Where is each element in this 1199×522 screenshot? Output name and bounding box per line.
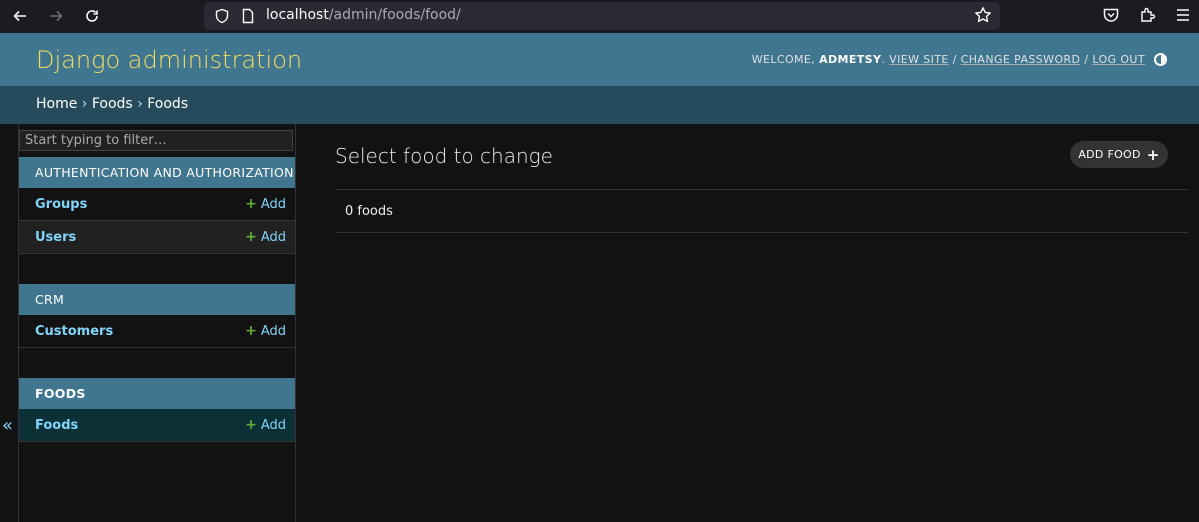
back-arrow-icon[interactable] — [7, 4, 33, 28]
add-groups-link[interactable]: + Add — [245, 196, 286, 212]
forward-arrow-icon[interactable] — [43, 4, 69, 28]
add-food-label: ADD FOOD — [1078, 148, 1141, 161]
model-link-foods[interactable]: Foods — [35, 418, 78, 433]
reload-icon[interactable] — [79, 4, 105, 28]
breadcrumb-home[interactable]: Home — [36, 96, 77, 112]
add-customers-link[interactable]: + Add — [245, 323, 286, 339]
breadcrumb-separator: › — [137, 96, 143, 112]
add-food-button[interactable]: ADD FOOD + — [1070, 141, 1168, 168]
plus-icon: + — [245, 417, 257, 433]
menu-icon[interactable] — [1175, 6, 1195, 26]
model-link-customers[interactable]: Customers — [35, 324, 113, 339]
site-branding[interactable]: Django administration — [36, 46, 302, 74]
breadcrumb-app[interactable]: Foods — [92, 96, 133, 112]
add-label: Add — [260, 230, 286, 245]
bookmark-star-icon[interactable] — [974, 6, 992, 29]
toggle-sidebar-button[interactable]: « — [2, 415, 13, 436]
breadcrumb-separator: › — [81, 96, 88, 112]
separator: / — [1084, 53, 1089, 66]
sidebar-item-users: Users + Add — [19, 221, 295, 254]
browser-toolbar: localhost/admin/foods/food/ — [0, 0, 1199, 33]
view-site-link[interactable]: VIEW SITE — [889, 53, 949, 66]
add-label: Add — [260, 197, 286, 212]
plus-icon: + — [245, 229, 257, 245]
nav-filter-input[interactable]: Start typing to filter… — [19, 130, 293, 151]
result-count: 0 foods — [345, 204, 393, 219]
add-label: Add — [260, 418, 286, 433]
module-caption-foods[interactable]: FOODS — [19, 378, 295, 409]
sidebar-item-customers: Customers + Add — [19, 315, 295, 348]
page-icon — [240, 8, 256, 28]
results-list: 0 foods — [335, 189, 1188, 233]
url-bar[interactable]: localhost/admin/foods/food/ — [204, 2, 1000, 30]
username: ADMETSY — [819, 53, 882, 66]
admin-header: Django administration WELCOME, ADMETSY. … — [0, 33, 1199, 86]
url-text[interactable]: localhost/admin/foods/food/ — [266, 7, 461, 23]
user-tools: WELCOME, ADMETSY. VIEW SITE / CHANGE PAS… — [751, 53, 1145, 66]
model-link-groups[interactable]: Groups — [35, 197, 87, 212]
page-title: Select food to change — [335, 144, 553, 168]
plus-icon: + — [245, 196, 257, 212]
nav-sidebar: Start typing to filter… AUTHENTICATION A… — [18, 124, 296, 522]
add-label: Add — [260, 324, 286, 339]
sidebar-item-groups: Groups + Add — [19, 188, 295, 221]
separator: / — [952, 53, 957, 66]
pocket-icon[interactable] — [1102, 6, 1122, 26]
change-password-link[interactable]: CHANGE PASSWORD — [961, 53, 1081, 66]
module-caption-crm[interactable]: CRM — [19, 284, 295, 315]
plus-icon: + — [1146, 145, 1160, 164]
breadcrumb-current: Foods — [147, 96, 189, 112]
sidebar-item-foods: Foods + Add — [19, 409, 295, 442]
theme-toggle-icon[interactable] — [1154, 53, 1167, 66]
breadcrumb: Home › Foods › Foods — [0, 86, 1199, 124]
shield-icon[interactable] — [214, 8, 230, 28]
model-link-users[interactable]: Users — [35, 230, 76, 245]
log-out-link[interactable]: LOG OUT — [1092, 53, 1145, 66]
add-foods-link[interactable]: + Add — [245, 417, 286, 433]
add-users-link[interactable]: + Add — [245, 229, 286, 245]
welcome-text: WELCOME, — [751, 53, 816, 66]
extensions-icon[interactable] — [1139, 6, 1159, 26]
plus-icon: + — [245, 323, 257, 339]
module-caption-auth[interactable]: AUTHENTICATION AND AUTHORIZATION — [19, 157, 295, 188]
